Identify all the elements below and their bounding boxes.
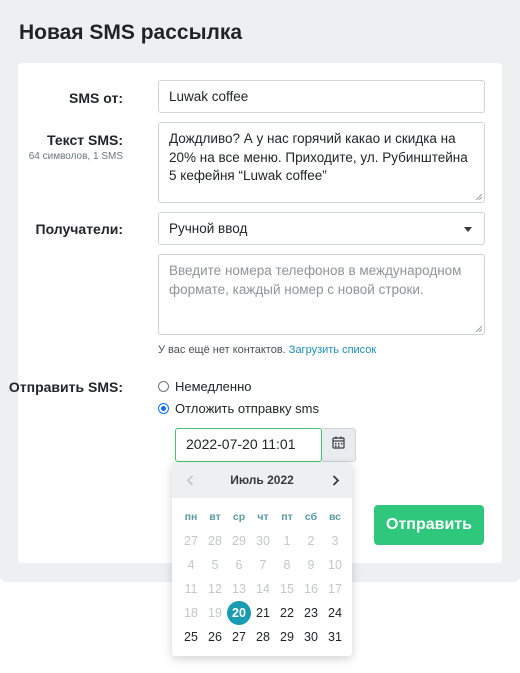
weekday-label: пн — [184, 511, 198, 523]
datetime-input[interactable]: 2022-07-20 11:01 — [175, 428, 322, 462]
calendar-day[interactable]: 4 — [179, 553, 203, 577]
send-delay-label: Отложить отправку sms — [175, 401, 319, 416]
recipients-label: Получатели: — [35, 221, 123, 237]
calendar-day[interactable]: 7 — [251, 553, 275, 577]
calendar-day[interactable]: 1 — [275, 529, 299, 553]
calendar-day[interactable]: 27 — [227, 625, 251, 649]
calendar-day[interactable]: 11 — [179, 577, 203, 601]
calendar-day[interactable]: 2 — [299, 529, 323, 553]
weekday-label: вт — [209, 511, 221, 523]
calendar-week-row: 4 5 6 7 8 9 10 — [179, 553, 347, 577]
calendar-button[interactable] — [322, 428, 356, 462]
weekday-label: сб — [304, 511, 318, 523]
calendar-day[interactable]: 17 — [323, 577, 347, 601]
calendar-day[interactable]: 31 — [323, 625, 347, 649]
calendar-day[interactable]: 12 — [203, 577, 227, 601]
calendar-day[interactable]: 10 — [323, 553, 347, 577]
contacts-hint-text: У вас ещё нет контактов. — [158, 344, 286, 356]
weekday-label: вс — [328, 511, 342, 523]
month-label: Июль 2022 — [230, 473, 294, 487]
chevron-right-icon[interactable] — [330, 473, 342, 487]
recipients-selected-value: Ручной ввод — [169, 221, 248, 236]
page-title: Новая SMS рассылка — [19, 21, 243, 44]
calendar-day[interactable]: 14 — [251, 577, 275, 601]
calendar-day[interactable]: 26 — [203, 625, 227, 649]
phone-numbers-placeholder: формате, каждый номер с новой строки. — [169, 281, 424, 297]
calendar-day[interactable]: 30 — [299, 625, 323, 649]
sender-label: SMS от: — [69, 90, 123, 106]
calendar-day[interactable]: 23 — [299, 601, 323, 625]
calendar-day[interactable]: 18 — [179, 601, 203, 625]
caret-down-icon — [464, 227, 472, 232]
weekday-label: пт — [281, 511, 293, 523]
calendar-day[interactable]: 28 — [251, 625, 275, 649]
calendar-day[interactable]: 21 — [251, 601, 275, 625]
calendar-day[interactable]: 6 — [227, 553, 251, 577]
phone-numbers-textarea[interactable]: Введите номера телефонов в международном… — [158, 254, 485, 335]
calendar-day[interactable]: 15 — [275, 577, 299, 601]
sms-text-line: 20% на все меню. Приходите, ул. Рубинште… — [169, 149, 468, 165]
calendar-day[interactable]: 13 — [227, 577, 251, 601]
calendar-icon — [332, 436, 345, 454]
recipients-select[interactable]: Ручной ввод — [158, 212, 485, 245]
resize-grip-icon[interactable] — [475, 325, 482, 332]
date-picker-popup: Июль 2022 пн вт ср чт пт сб вс 27 28 29 30 1… — [172, 462, 352, 656]
send-now-option[interactable]: Немедленно — [158, 379, 252, 394]
sender-input[interactable]: Luwak coffee — [158, 80, 485, 113]
calendar-day[interactable]: 20 — [227, 601, 251, 625]
calendar-day[interactable]: 27 — [179, 529, 203, 553]
calendar-day[interactable]: 3 — [323, 529, 347, 553]
radio-delay[interactable] — [158, 403, 169, 414]
calendar-day[interactable]: 28 — [203, 529, 227, 553]
calendar-day[interactable]: 5 — [203, 553, 227, 577]
calendar-week-row: 27 28 29 30 1 2 3 — [179, 529, 347, 553]
calendar-day[interactable]: 8 — [275, 553, 299, 577]
send-label: Отправить SMS: — [8, 379, 123, 395]
date-picker-header: Июль 2022 — [172, 462, 352, 498]
calendar-day[interactable]: 30 — [251, 529, 275, 553]
calendar-day[interactable]: 19 — [203, 601, 227, 625]
phone-numbers-placeholder: Введите номера телефонов в международном — [169, 263, 462, 278]
contacts-hint: У вас ещё нет контактов. Загрузить списо… — [158, 344, 376, 356]
sms-text-line: 5 кефейня “Luwak coffee” — [169, 168, 327, 183]
sms-counter: 64 символов, 1 SMS — [28, 151, 123, 162]
send-now-label: Немедленно — [175, 379, 252, 394]
calendar-day[interactable]: 24 — [323, 601, 347, 625]
weekday-label: ср — [232, 511, 246, 523]
weekday-label: чт — [257, 511, 269, 523]
sms-text-line: Дождливо? А у нас горячий какао и скидка… — [169, 131, 456, 146]
radio-now[interactable] — [158, 381, 169, 392]
sms-text-area[interactable]: Дождливо? А у нас горячий какао и скидка… — [158, 122, 485, 203]
send-delay-option[interactable]: Отложить отправку sms — [158, 401, 319, 416]
upload-list-link[interactable]: Загрузить список — [289, 344, 376, 356]
calendar-day[interactable]: 16 — [299, 577, 323, 601]
calendar-week-row: 18 19 20 21 22 23 24 — [179, 601, 347, 625]
weekday-header-row: пн вт ср чт пт сб вс — [179, 511, 347, 523]
calendar-week-row: 11 12 13 14 15 16 17 — [179, 577, 347, 601]
calendar-day[interactable]: 9 — [299, 553, 323, 577]
calendar-day[interactable]: 29 — [275, 625, 299, 649]
calendar-day[interactable]: 22 — [275, 601, 299, 625]
calendar-week-row: 25 26 27 28 29 30 31 — [179, 625, 347, 649]
send-button[interactable]: Отправить — [374, 505, 484, 545]
calendar-day[interactable]: 25 — [179, 625, 203, 649]
resize-grip-icon[interactable] — [475, 193, 482, 200]
sms-text-label: Текст SMS: — [47, 132, 123, 148]
calendar-day[interactable]: 29 — [227, 529, 251, 553]
